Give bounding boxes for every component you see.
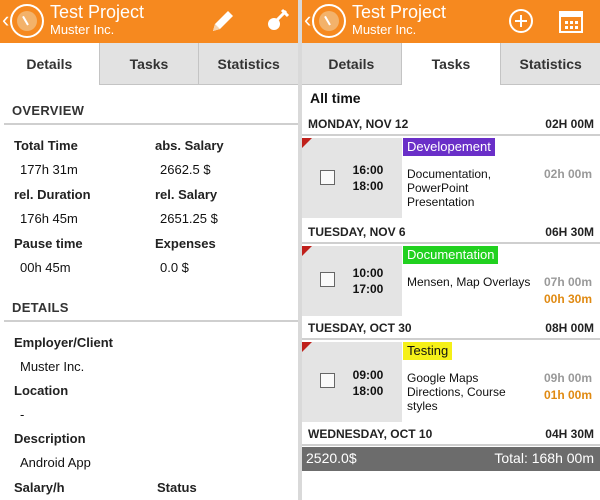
tab-tasks[interactable]: Tasks [401,43,502,85]
task-checkbox[interactable] [320,373,335,388]
day-date: TUESDAY, NOV 6 [308,225,406,239]
task-category-tag: Developement [403,138,495,156]
task-overtime: 00h 30m [543,292,592,306]
details-heading: DETAILS [12,300,69,315]
pencil-icon[interactable] [208,6,238,36]
task-overtime: 01h 00m [543,388,592,402]
app-title: Test Project [352,2,447,22]
tab-bar: Details Tasks Statistics [0,43,298,85]
task-item[interactable]: 16:00 18:00 Developement Documentation, … [302,138,600,218]
location-value: - [20,407,25,422]
day-date: MONDAY, NOV 12 [308,117,409,131]
tab-details[interactable]: Details [0,43,100,85]
tab-statistics[interactable]: Statistics [501,43,600,85]
tab-bar: Details Tasks Statistics [302,43,600,85]
task-start-time: 16:00 [352,163,384,177]
task-end-time: 18:00 [352,384,384,398]
task-hours: 02h 00m [543,167,592,181]
back-chevron-icon[interactable]: ‹ [2,9,9,31]
tab-statistics[interactable]: Statistics [199,43,298,85]
rel-duration-value: 176h 45m [20,211,78,226]
task-hours: 07h 00m [543,275,592,289]
rel-duration-label: rel. Duration [14,187,91,202]
time-filter[interactable]: All time [310,90,361,106]
employer-label: Employer/Client [14,335,113,350]
details-screen: ‹ Test Project Muster Inc. Details Tasks… [0,0,298,500]
task-description: Mensen, Map Overlays [407,275,531,289]
day-hours: 04H 30M [545,427,594,441]
task-start-time: 09:00 [352,368,384,382]
task-item[interactable]: 09:00 18:00 Testing Google Maps Directio… [302,342,600,422]
status-label: Status [157,480,197,495]
task-hours: 09h 00m [543,371,592,385]
task-end-time: 18:00 [352,179,384,193]
description-label: Description [14,431,86,446]
total-amount: 2520.0$ [306,450,357,466]
employer-value: Muster Inc. [20,359,85,374]
clock-logo-icon[interactable] [10,4,44,38]
summary-footer: 2520.0$ Total: 168h 00m [302,447,600,471]
day-date: TUESDAY, OCT 30 [308,321,412,335]
rel-salary-label: rel. Salary [155,187,218,202]
day-hours: 08H 00M [545,321,594,335]
pause-time-label: Pause time [14,236,83,251]
day-date: WEDNESDAY, OCT 10 [308,427,433,441]
total-time-label: Total Time [14,138,78,153]
day-hours: 06H 30M [545,225,594,239]
action-bar: ‹ Test Project Muster Inc. [0,0,298,43]
description-value: Android App [20,455,91,470]
abs-salary-value: 2662.5 $ [160,162,211,177]
add-circle-icon[interactable] [506,6,536,36]
location-label: Location [14,383,69,398]
day-header: WEDNESDAY, OCT 10 04H 30M [302,424,600,446]
task-item[interactable]: 10:00 17:00 Documentation Mensen, Map Ov… [302,246,600,316]
tasks-screen: ‹ Test Project Muster Inc. Details Tasks… [302,0,600,500]
flag-corner-icon [302,342,312,352]
task-end-time: 17:00 [352,282,384,296]
pin-icon[interactable] [262,6,292,36]
action-bar: ‹ Test Project Muster Inc. [302,0,600,43]
day-header: TUESDAY, OCT 30 08H 00M [302,318,600,340]
task-category-tag: Documentation [403,246,499,264]
day-hours: 02H 00M [545,117,594,131]
flag-corner-icon [302,246,312,256]
back-chevron-icon[interactable]: ‹ [304,9,311,31]
overview-heading: OVERVIEW [12,103,85,118]
tab-details[interactable]: Details [302,43,402,85]
expenses-label: Expenses [155,236,216,251]
app-subtitle: Muster Inc. [352,22,417,37]
task-checkbox[interactable] [320,170,335,185]
task-description: Documentation, PowerPoint Presentation [407,167,492,209]
task-category-tag: Testing [403,342,453,360]
tab-tasks[interactable]: Tasks [99,43,200,85]
expenses-value: 0.0 $ [160,260,189,275]
task-description: Google Maps Directions, Course styles [407,371,506,413]
pause-time-value: 00h 45m [20,260,71,275]
task-checkbox[interactable] [320,272,335,287]
day-header: MONDAY, NOV 12 02H 00M [302,114,600,136]
total-time-value: 177h 31m [20,162,78,177]
clock-logo-icon[interactable] [312,4,346,38]
day-header: TUESDAY, NOV 6 06H 30M [302,222,600,244]
divider [4,320,298,322]
flag-corner-icon [302,138,312,148]
calendar-icon[interactable] [556,6,586,36]
divider [4,123,298,125]
task-start-time: 10:00 [352,266,384,280]
app-title: Test Project [50,2,145,22]
rel-salary-value: 2651.25 $ [160,211,218,226]
abs-salary-label: abs. Salary [155,138,224,153]
salary-per-hour-label: Salary/h [14,480,65,495]
app-subtitle: Muster Inc. [50,22,115,37]
total-hours: Total: 168h 00m [494,450,594,466]
